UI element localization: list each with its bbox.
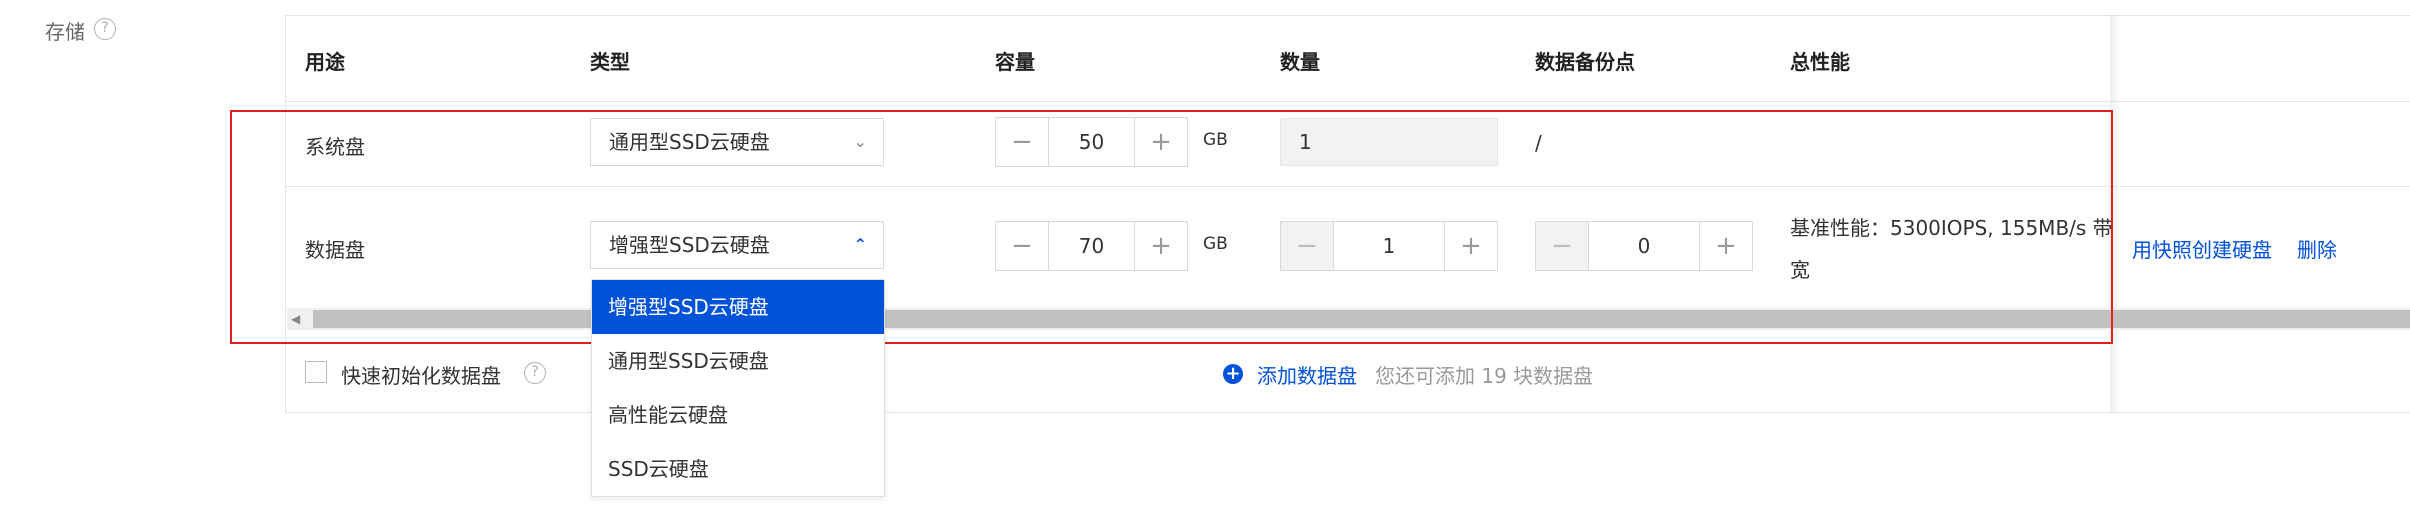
- header-performance: 总性能: [1790, 50, 1850, 74]
- question-circle-icon[interactable]: ?: [94, 18, 116, 40]
- header-backup: 数据备份点: [1535, 50, 1635, 74]
- header-type: 类型: [590, 50, 630, 74]
- add-data-disk-button[interactable]: 添加数据盘: [1257, 360, 1357, 389]
- dropdown-option[interactable]: 高性能云硬盘: [592, 388, 884, 442]
- create-from-snapshot-link[interactable]: 用快照创建硬盘: [2132, 234, 2272, 263]
- quick-init-label: 快速初始化数据盘: [341, 364, 501, 388]
- header-usage: 用途: [305, 50, 345, 74]
- storage-label: 存储: [45, 20, 85, 44]
- header-capacity: 容量: [995, 50, 1035, 74]
- highlight-box: [230, 110, 2113, 344]
- header-divider: [286, 101, 2410, 102]
- plus-circle-icon[interactable]: +: [1223, 364, 1243, 384]
- quick-init-checkbox[interactable]: [305, 361, 327, 383]
- header-quantity: 数量: [1280, 50, 1320, 74]
- disk-type-dropdown: 增强型SSD云硬盘 通用型SSD云硬盘 高性能云硬盘 SSD云硬盘: [591, 279, 885, 497]
- add-disk-hint: 您还可添加 19 块数据盘: [1375, 364, 1594, 388]
- dropdown-option[interactable]: 通用型SSD云硬盘: [592, 334, 884, 388]
- delete-link[interactable]: 删除: [2297, 234, 2337, 263]
- dropdown-option[interactable]: SSD云硬盘: [592, 442, 884, 496]
- question-circle-icon[interactable]: ?: [524, 362, 546, 384]
- dropdown-option[interactable]: 增强型SSD云硬盘: [592, 280, 884, 334]
